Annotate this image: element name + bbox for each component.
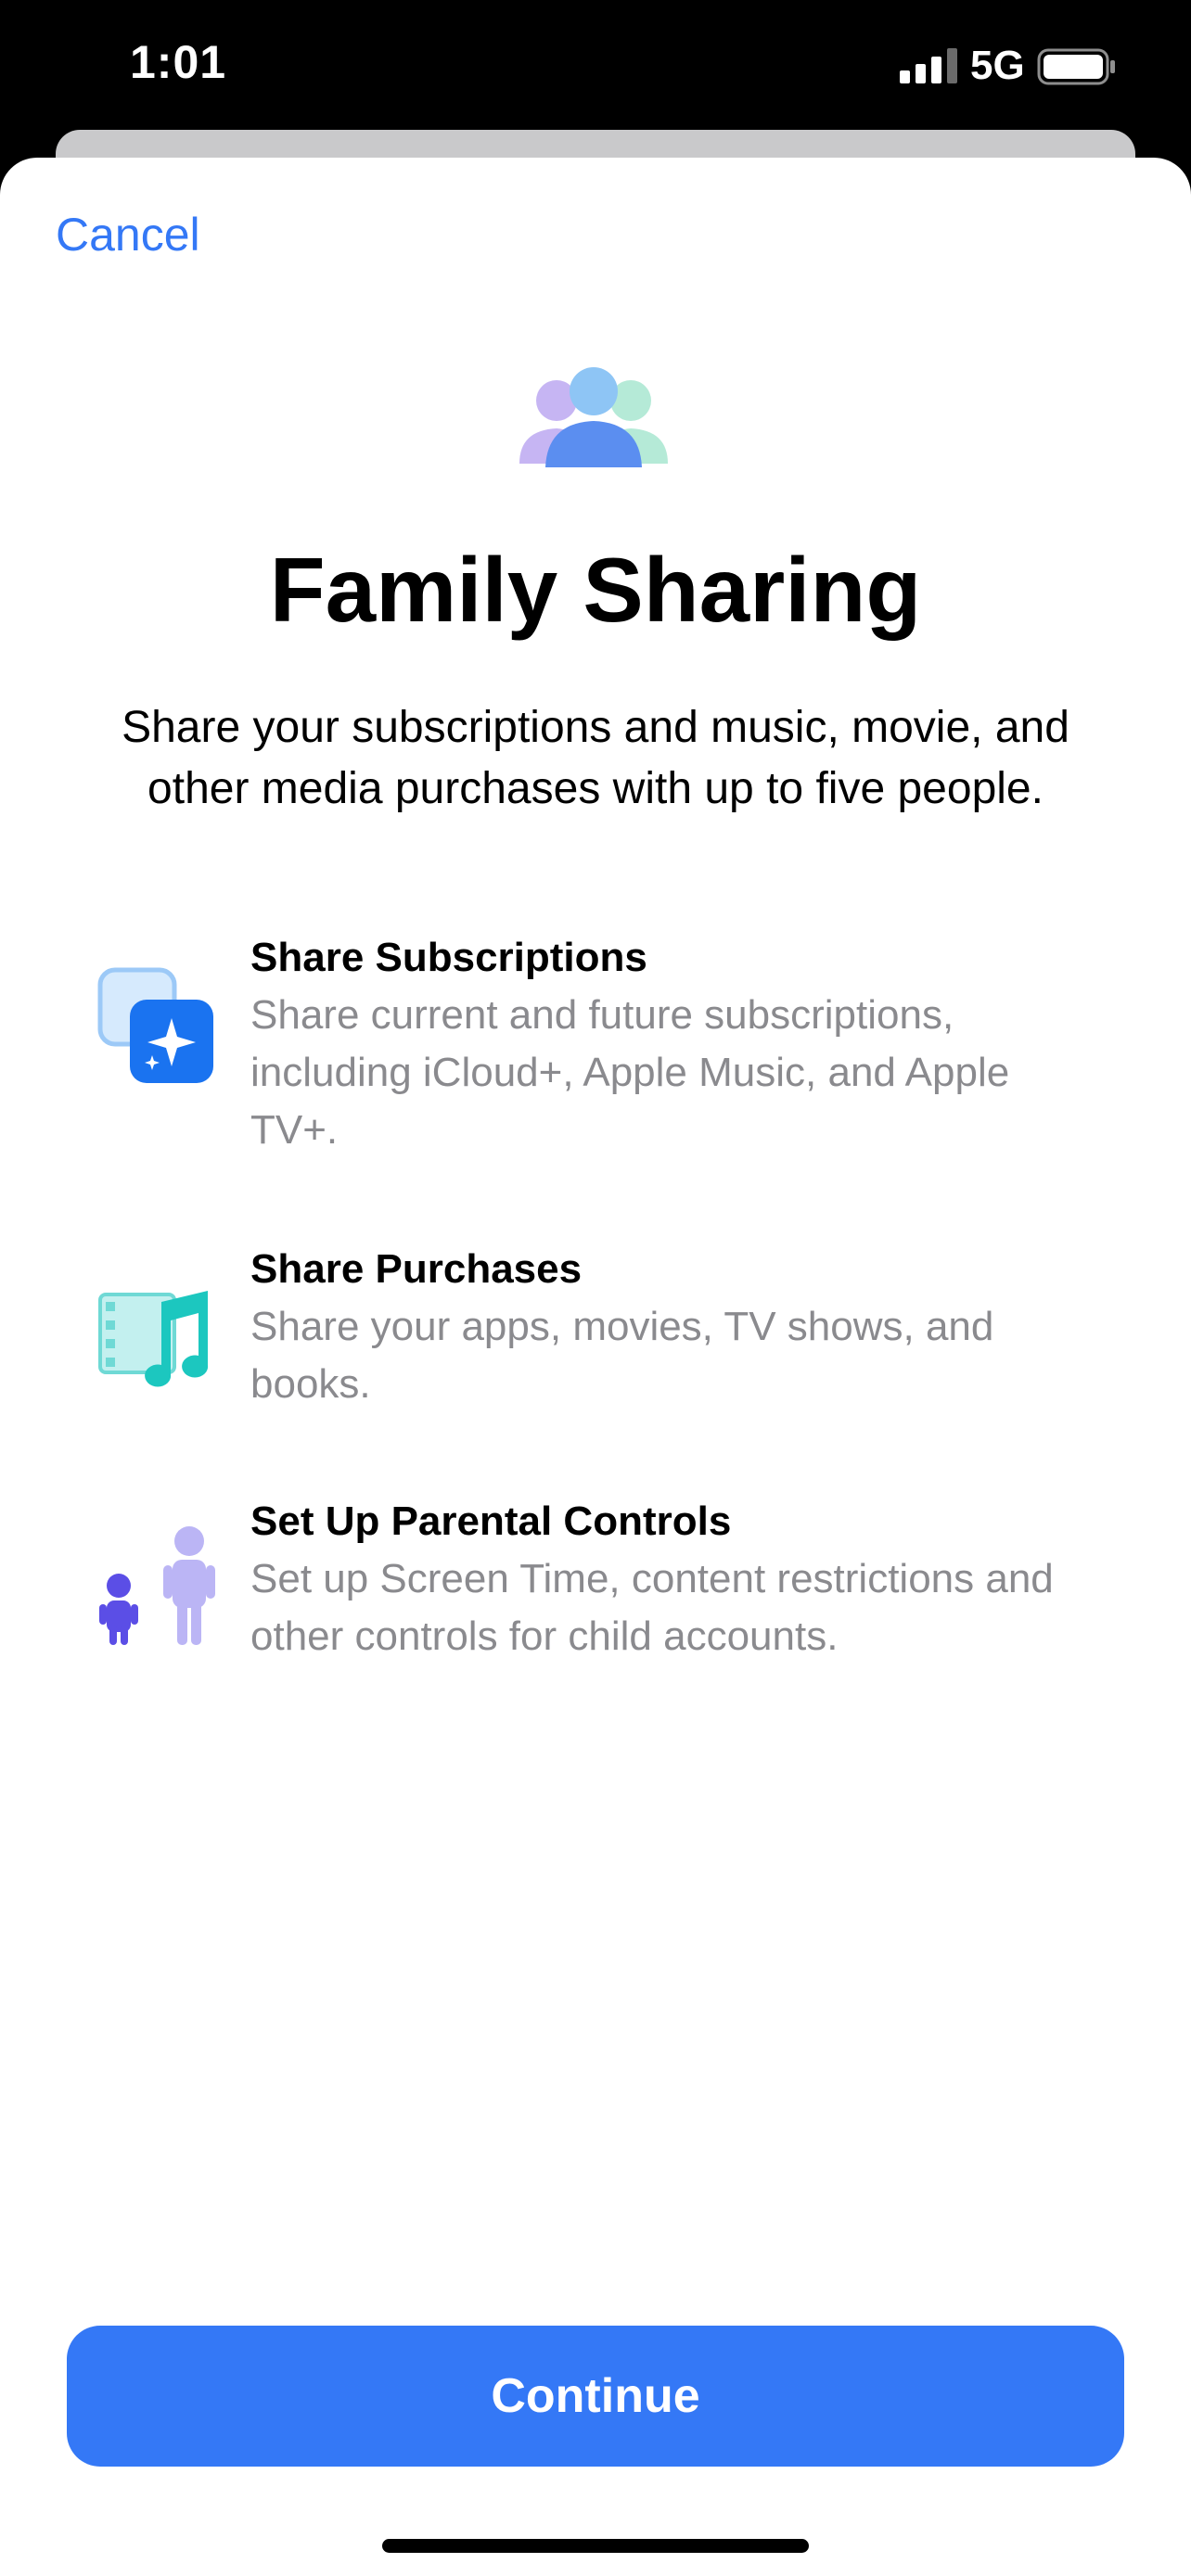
page-title: Family Sharing [269,539,922,641]
home-indicator [382,2539,809,2553]
continue-button[interactable]: Continue [67,2326,1124,2467]
feature-title: Share Purchases [250,1246,583,1292]
family-people-icon [519,367,668,467]
subscriptions-icon [97,967,213,1083]
cancel-button[interactable]: Cancel [56,208,200,261]
feature-title: Share Subscriptions [250,935,647,980]
feature-title: Set Up Parental Controls [250,1498,732,1544]
battery-icon [1037,48,1115,85]
network-type: 5G [970,43,1025,88]
parental-controls-icon [99,1526,215,1645]
status-bar: 1:01 5G [0,0,1191,139]
feature-description: Share current and future subscriptions, … [250,992,1010,1153]
cellular-signal-icon [900,48,957,83]
status-time: 1:01 [130,36,227,88]
feature-description: Set up Screen Time, content restrictions… [250,1556,1054,1659]
feature-description: Share your apps, movies, TV shows, and b… [250,1304,994,1407]
purchases-music-film-icon [98,1291,209,1387]
page-subtitle: Share your subscriptions and music, movi… [122,703,1069,813]
